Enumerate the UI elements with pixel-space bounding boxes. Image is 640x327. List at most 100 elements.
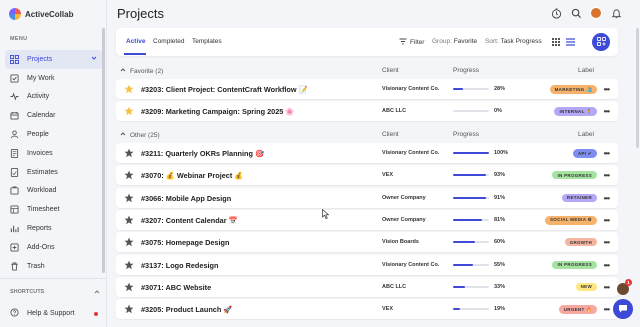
- progress-bar: [453, 263, 489, 266]
- star-icon[interactable]: [124, 193, 134, 203]
- sidebar-item-label: Reports: [27, 225, 52, 233]
- project-row[interactable]: #3211: Quarterly OKRs Planning 🎯 Visionar…: [116, 143, 618, 163]
- project-label-badge[interactable]: MARKETING 🏄: [549, 85, 597, 94]
- tab-active[interactable]: Active: [126, 38, 146, 45]
- more-options-icon[interactable]: •••: [604, 149, 610, 158]
- bell-icon[interactable]: [610, 7, 622, 19]
- section-header-favorite[interactable]: Favorite (2) Client Progress Label: [116, 64, 618, 78]
- help-support-link[interactable]: Help & Support: [10, 308, 98, 319]
- project-label-badge[interactable]: URGENT 🔥: [558, 305, 597, 315]
- filter-button[interactable]: Filter: [399, 38, 424, 47]
- project-row[interactable]: #3209: Marketing Campaign: Spring 2025 🌸…: [116, 101, 618, 122]
- chevron-up-icon[interactable]: [120, 131, 126, 139]
- project-row[interactable]: #3207: Content Calendar 📅 Owner Company 81…: [116, 209, 618, 230]
- progress-percent: 55%: [494, 261, 506, 268]
- timer-icon[interactable]: [550, 7, 562, 19]
- more-options-icon[interactable]: •••: [604, 107, 610, 116]
- sidebar-item-projects[interactable]: Projects: [5, 50, 103, 69]
- project-name[interactable]: #3203: Client Project: ContentCraft Work…: [141, 85, 308, 94]
- sidebar-item-trash[interactable]: Trash: [5, 257, 103, 276]
- project-name[interactable]: #3066: Mobile App Design: [141, 194, 231, 203]
- project-client: Owner Company: [382, 216, 426, 223]
- project-label-badge[interactable]: IN PROGRESS: [552, 260, 597, 269]
- sidebar-item-estimates[interactable]: Estimates: [5, 163, 103, 182]
- progress-bar: [453, 152, 489, 154]
- star-icon[interactable]: [124, 237, 134, 247]
- sidebar-item-activity[interactable]: Activity: [5, 88, 103, 107]
- star-filled-icon[interactable]: [124, 84, 134, 94]
- tab-templates[interactable]: Templates: [192, 38, 222, 45]
- app-logo[interactable]: ActiveCollab: [9, 8, 73, 20]
- chat-button[interactable]: [613, 299, 633, 319]
- add-project-button[interactable]: [592, 33, 610, 51]
- sidebar-item-calendar[interactable]: Calendar: [5, 106, 103, 125]
- more-options-icon[interactable]: •••: [604, 194, 610, 203]
- label-cell: IN PROGRESS: [552, 260, 597, 269]
- sidebar-item-label: My Work: [27, 74, 55, 82]
- project-name[interactable]: #3211: Quarterly OKRs Planning 🎯: [141, 149, 264, 158]
- shortcuts-header[interactable]: SHORTCUTS: [10, 289, 100, 297]
- section-header-other[interactable]: Other (25) Client Progress Label: [116, 128, 618, 142]
- star-icon[interactable]: [124, 304, 134, 314]
- more-options-icon[interactable]: •••: [604, 85, 610, 94]
- group-by-select[interactable]: Group: Favorite: [432, 38, 477, 45]
- workload-icon: [10, 186, 19, 196]
- project-name[interactable]: #3207: Content Calendar 📅: [141, 216, 238, 225]
- project-label-badge[interactable]: API ✔: [572, 149, 597, 158]
- group-value: Favorite: [453, 38, 478, 45]
- more-options-icon[interactable]: •••: [604, 305, 610, 314]
- project-row[interactable]: #3075: Homepage Design Vision Boards 60% GR…: [116, 232, 618, 253]
- project-label-badge[interactable]: INTERNAL 🧍: [554, 107, 597, 117]
- project-row[interactable]: #3205: Product Launch 🚀 VEX 19% URGENT 🔥 •••: [116, 299, 618, 320]
- project-label-badge[interactable]: NEW: [575, 282, 597, 291]
- list-view-icon[interactable]: [566, 38, 575, 48]
- sidebar-item-reports[interactable]: Reports: [5, 219, 103, 238]
- sidebar-item-invoices[interactable]: Invoices: [5, 144, 103, 163]
- project-name[interactable]: #3209: Marketing Campaign: Spring 2025 🌸: [141, 107, 294, 116]
- star-icon[interactable]: [124, 170, 134, 180]
- star-icon[interactable]: [124, 282, 134, 292]
- project-name[interactable]: #3071: ABC Website: [141, 283, 211, 292]
- star-icon[interactable]: [124, 260, 134, 270]
- star-filled-icon[interactable]: [124, 106, 134, 116]
- sort-select[interactable]: Sort: Task Progress: [485, 38, 542, 45]
- more-options-icon[interactable]: •••: [604, 238, 610, 247]
- sidebar-item-label: Trash: [27, 262, 45, 270]
- chevron-up-icon[interactable]: [94, 289, 100, 297]
- project-row[interactable]: #3066: Mobile App Design Owner Company 91%…: [116, 187, 618, 208]
- project-toolbar: Active Completed Templates Filter Group:…: [116, 28, 618, 56]
- project-name[interactable]: #3075: Homepage Design: [141, 238, 229, 247]
- project-label-badge[interactable]: RETAINER: [561, 193, 597, 202]
- sidebar-item-add-ons[interactable]: Add-Ons: [5, 238, 103, 257]
- project-label-badge[interactable]: SOCIAL MEDIA ⚙: [545, 215, 597, 225]
- sidebar-scrollbar[interactable]: [102, 28, 105, 273]
- progress-bar-fill: [453, 218, 483, 221]
- user-avatar[interactable]: [590, 7, 602, 19]
- more-options-icon[interactable]: •••: [604, 261, 610, 270]
- project-row[interactable]: #3137: Logo Redesign Visionary Content Co…: [116, 254, 618, 275]
- main-scrollbar[interactable]: [636, 28, 639, 148]
- tab-completed[interactable]: Completed: [153, 38, 184, 45]
- chevron-down-icon[interactable]: [91, 55, 97, 63]
- project-row[interactable]: #3070: 💰 Webinar Project 💰 VEX 93% IN PROGR…: [116, 165, 618, 186]
- sidebar-item-workload[interactable]: Workload: [5, 182, 103, 201]
- active-tab-indicator: [124, 53, 146, 55]
- more-options-icon[interactable]: •••: [604, 216, 610, 225]
- sidebar-item-my-work[interactable]: My Work: [5, 69, 103, 88]
- project-label-badge[interactable]: IN PROGRESS: [552, 171, 597, 180]
- more-options-icon[interactable]: •••: [604, 283, 610, 292]
- sidebar-item-timesheet[interactable]: Timesheet: [5, 200, 103, 219]
- project-row[interactable]: #3071: ABC Website ABC LLC 33% NEW •••: [116, 276, 618, 297]
- project-name[interactable]: #3205: Product Launch 🚀: [141, 305, 232, 314]
- more-options-icon[interactable]: •••: [604, 171, 610, 180]
- project-label-badge[interactable]: GROWTH: [564, 238, 597, 247]
- sidebar-item-people[interactable]: People: [5, 125, 103, 144]
- project-name[interactable]: #3070: 💰 Webinar Project 💰: [141, 171, 243, 180]
- star-icon[interactable]: [124, 215, 134, 225]
- search-icon[interactable]: [570, 7, 582, 19]
- project-name[interactable]: #3137: Logo Redesign: [141, 261, 218, 270]
- chevron-up-icon[interactable]: [120, 67, 126, 75]
- star-icon[interactable]: [124, 148, 134, 158]
- grid-view-icon[interactable]: [552, 38, 560, 48]
- project-row[interactable]: #3203: Client Project: ContentCraft Work…: [116, 79, 618, 99]
